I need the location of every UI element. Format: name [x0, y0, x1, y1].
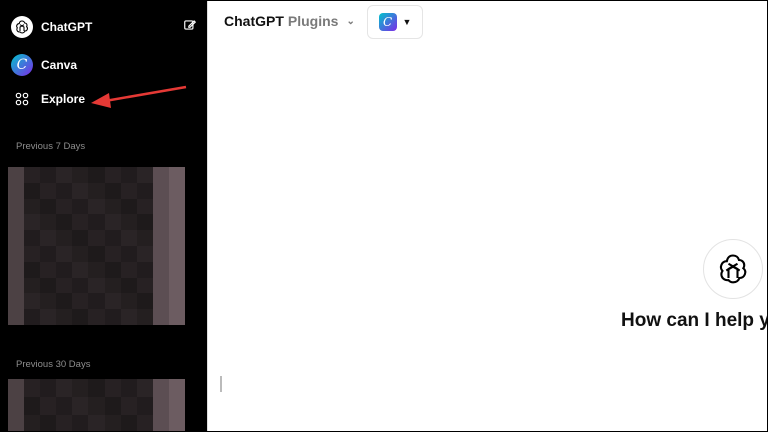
sidebar-item-explore[interactable]: Explore — [11, 84, 85, 114]
chatgpt-logo-icon — [11, 16, 33, 38]
sidebar: ChatGPT C Canva Explore Previous 7 Days … — [1, 1, 207, 431]
section-label-previous-7-days: Previous 7 Days — [16, 141, 86, 152]
sidebar-item-label: Canva — [41, 58, 78, 72]
app-window: ChatGPT C Canva Explore Previous 7 Days … — [0, 0, 768, 432]
edit-icon[interactable] — [183, 18, 197, 37]
model-mode: Plugins — [287, 13, 339, 29]
blurred-chat-history — [8, 167, 185, 325]
chatgpt-logo-icon — [703, 239, 763, 299]
plugin-selector[interactable]: C ▼ — [367, 5, 423, 39]
canva-plugin-icon: C — [378, 13, 397, 31]
chevron-down-icon: ▼ — [402, 17, 412, 27]
chevron-down-icon: ⌄ — [346, 15, 355, 27]
annotation-arrow-icon — [91, 85, 187, 108]
sidebar-resize-handle[interactable] — [220, 376, 222, 392]
section-label-previous-30-days: Previous 30 Days — [16, 359, 91, 370]
grid-icon — [11, 92, 33, 106]
model-name: ChatGPT — [224, 13, 284, 29]
main-panel: ChatGPT Plugins ⌄ C ▼ How can I help yo — [207, 1, 768, 431]
app-title: ChatGPT — [41, 20, 93, 34]
blurred-chat-history — [8, 379, 185, 431]
model-selector[interactable]: ChatGPT Plugins ⌄ — [224, 13, 355, 29]
sidebar-header[interactable]: ChatGPT — [11, 12, 197, 42]
sidebar-item-label: Explore — [41, 92, 86, 106]
canva-logo-icon: C — [11, 54, 33, 76]
greeting-heading: How can I help yo — [621, 310, 768, 331]
sidebar-item-canva[interactable]: C Canva — [11, 50, 77, 80]
